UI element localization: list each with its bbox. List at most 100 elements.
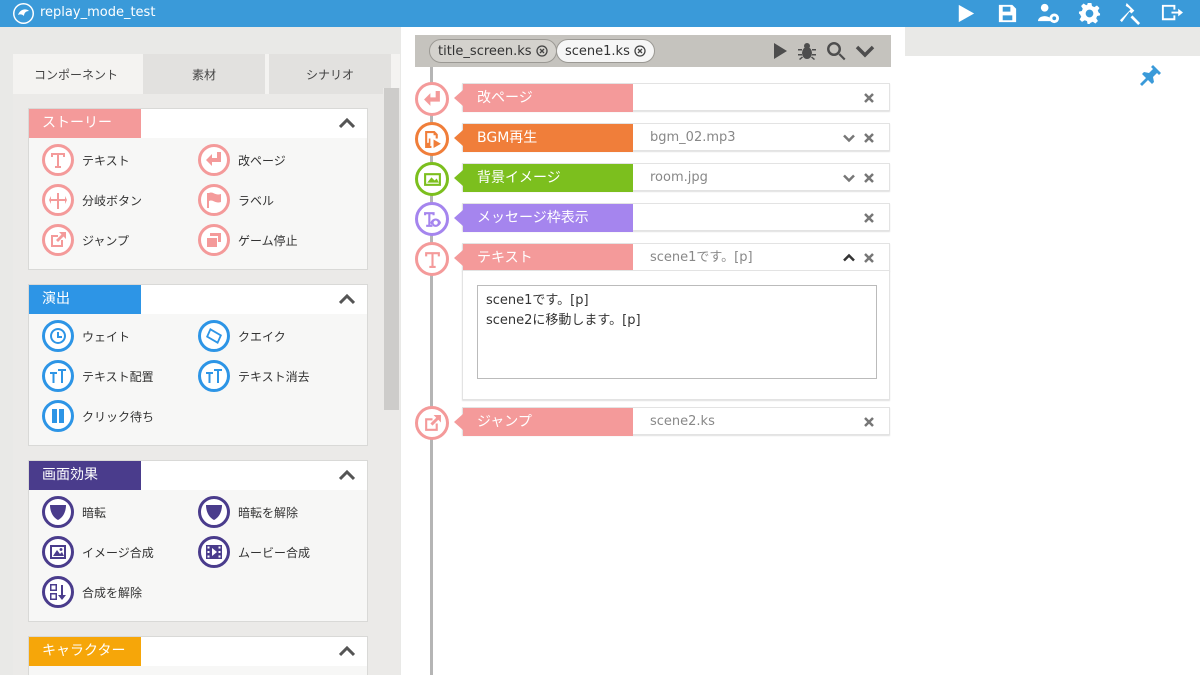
row-label-bg: 改ページ — [454, 84, 633, 112]
component-text-clear[interactable]: テキスト消去 — [198, 359, 310, 393]
file-tab-title-screen[interactable]: title_screen.ks — [429, 39, 557, 63]
component-list: ストーリー テキスト 改ページ 分岐ボタン ラベル ジャンプ ゲーム停止 演出 … — [13, 94, 400, 675]
scenario-editor: title_screen.ks scene1.ks 改ページ BGM再生 bgm… — [401, 27, 905, 675]
close-icon[interactable] — [535, 45, 548, 57]
users-gear-icon[interactable] — [1033, 0, 1063, 27]
tab-components[interactable]: コンポーネント — [13, 54, 139, 94]
component-label: テキスト配置 — [82, 369, 154, 384]
component-fade-in[interactable]: 暗転を解除 — [198, 495, 298, 529]
scenario-row-message-window[interactable]: メッセージ枠表示 — [454, 203, 890, 232]
component-label-marker[interactable]: ラベル — [198, 183, 274, 217]
category-header[interactable]: ストーリー — [29, 109, 367, 138]
text-place-icon — [42, 360, 74, 392]
chevron-down-icon[interactable] — [843, 132, 855, 144]
save-icon[interactable] — [992, 0, 1022, 27]
text-editor[interactable]: scene1です。[p] scene2に移動します。[p] — [477, 285, 877, 379]
file-tab-label: title_screen.ks — [438, 43, 532, 59]
row-label: BGM再生 — [477, 130, 538, 146]
component-game-stop[interactable]: ゲーム停止 — [198, 223, 298, 257]
component-click-wait[interactable]: クリック待ち — [42, 399, 154, 433]
file-tab-bar: title_screen.ks scene1.ks — [415, 35, 891, 67]
search-icon[interactable] — [826, 41, 846, 61]
row-label-bg: メッセージ枠表示 — [454, 204, 633, 232]
component-jump[interactable]: ジャンプ — [42, 223, 129, 257]
message-window-icon — [415, 202, 449, 236]
chevron-down-icon[interactable] — [855, 41, 875, 61]
text-edit-panel: scene1です。[p] scene2に移動します。[p] — [462, 270, 890, 400]
chevron-up-icon[interactable] — [843, 252, 855, 264]
branch-icon — [42, 184, 74, 216]
component-label: テキスト — [82, 153, 130, 168]
category-header[interactable]: 画面効果 — [29, 461, 367, 490]
close-icon[interactable] — [634, 45, 646, 57]
component-label: ラベル — [238, 193, 275, 208]
text-icon — [42, 144, 74, 176]
play-icon[interactable] — [950, 0, 980, 27]
tab-assets[interactable]: 素材 — [143, 54, 265, 94]
component-label: ウェイト — [82, 329, 131, 344]
flag-icon — [198, 184, 230, 216]
hammer-icon[interactable] — [1115, 0, 1145, 27]
category-screen-effects: 画面効果 暗転 暗転を解除 イメージ合成 ムービー合成 合成を解除 — [28, 460, 368, 622]
scenario-row-jump[interactable]: ジャンプ scene2.ks — [454, 407, 890, 436]
delete-icon[interactable] — [863, 172, 875, 184]
component-label: イメージ合成 — [82, 545, 154, 560]
category-header[interactable]: 演出 — [29, 285, 367, 314]
delete-icon[interactable] — [863, 92, 875, 104]
image-icon — [42, 536, 74, 568]
component-fade-out[interactable]: 暗転 — [42, 495, 106, 529]
gear-icon[interactable] — [1074, 0, 1104, 27]
component-text-place[interactable]: テキスト配置 — [42, 359, 154, 393]
pin-icon[interactable] — [1139, 63, 1163, 87]
chevron-up-icon[interactable] — [339, 116, 355, 130]
delete-icon[interactable] — [863, 132, 875, 144]
chevron-up-icon[interactable] — [339, 292, 355, 306]
scenario-row-text[interactable]: テキスト scene1です。[p] — [454, 243, 890, 272]
component-uncompose[interactable]: 合成を解除 — [42, 575, 142, 609]
delete-icon[interactable] — [863, 416, 875, 428]
category-story: ストーリー テキスト 改ページ 分岐ボタン ラベル ジャンプ ゲーム停止 — [28, 108, 368, 270]
page-break-icon — [198, 144, 230, 176]
component-branch[interactable]: 分岐ボタン — [42, 183, 142, 217]
clock-icon — [42, 320, 74, 352]
run-icon[interactable] — [770, 41, 790, 61]
chevron-down-icon[interactable] — [843, 172, 855, 184]
row-label: 背景イメージ — [477, 170, 561, 186]
stop-icon — [198, 224, 230, 256]
component-label: ムービー合成 — [238, 545, 311, 560]
component-wait[interactable]: ウェイト — [42, 319, 130, 353]
unfade-icon — [198, 496, 230, 528]
component-quake[interactable]: クエイク — [198, 319, 286, 353]
component-label: 合成を解除 — [82, 585, 143, 600]
category-header[interactable]: キャラクター — [29, 637, 367, 666]
tab-scenario[interactable]: シナリオ — [269, 54, 391, 94]
component-page-break[interactable]: 改ページ — [198, 143, 286, 177]
bug-icon[interactable] — [797, 41, 817, 61]
category-label: 画面効果 — [29, 461, 141, 490]
component-movie-compose[interactable]: ムービー合成 — [198, 535, 310, 569]
category-label: 演出 — [29, 285, 141, 314]
movie-icon — [198, 536, 230, 568]
chevron-up-icon[interactable] — [339, 468, 355, 482]
component-text[interactable]: テキスト — [42, 143, 130, 177]
delete-icon[interactable] — [863, 212, 875, 224]
chevron-up-icon[interactable] — [339, 644, 355, 658]
scenario-row-page-break[interactable]: 改ページ — [454, 83, 890, 112]
row-label-bg: ジャンプ — [454, 408, 633, 436]
title-bar: replay_mode_test — [0, 0, 1200, 27]
row-label: メッセージ枠表示 — [477, 210, 589, 226]
component-image-compose[interactable]: イメージ合成 — [42, 535, 154, 569]
timeline-line — [430, 67, 433, 675]
scenario-row-bgm[interactable]: BGM再生 bgm_02.mp3 — [454, 123, 890, 152]
preview-panel — [905, 56, 1200, 675]
component-label: 暗転を解除 — [238, 505, 299, 520]
file-tab-scene1[interactable]: scene1.ks — [556, 39, 655, 63]
component-label: ゲーム停止 — [238, 233, 298, 248]
quake-icon — [198, 320, 230, 352]
component-label: 改ページ — [238, 153, 286, 168]
exit-icon[interactable] — [1156, 0, 1186, 27]
delete-icon[interactable] — [863, 252, 875, 264]
row-label-bg: テキスト — [454, 244, 633, 272]
scenario-row-background[interactable]: 背景イメージ room.jpg — [454, 163, 890, 192]
scrollbar-thumb[interactable] — [384, 88, 399, 410]
